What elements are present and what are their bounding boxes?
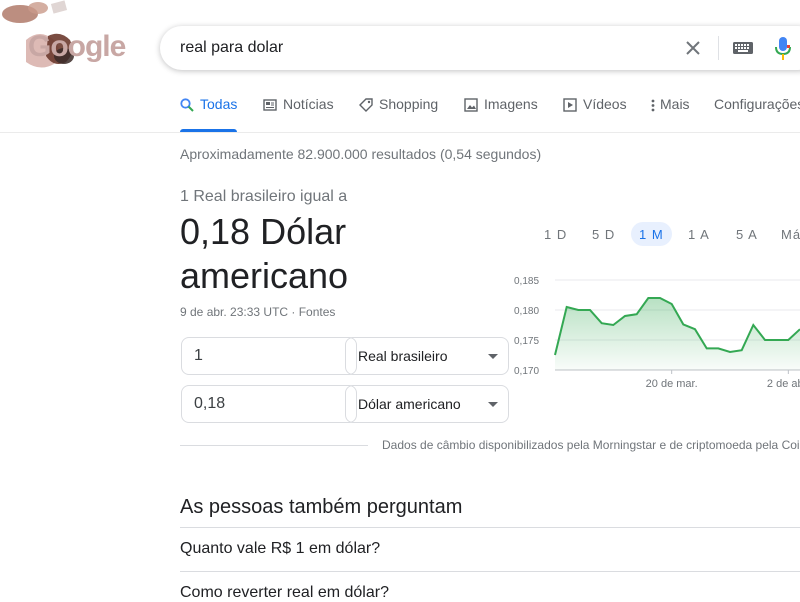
chart-y-tick-label: 0,175 bbox=[514, 336, 539, 347]
logo-wordmark: Google bbox=[28, 30, 126, 63]
tab-shopping-label: Shopping bbox=[379, 96, 439, 112]
data-disclaimer: Dados de câmbio disponibilizados pela Mo… bbox=[382, 438, 800, 452]
tab-images-label: Imagens bbox=[484, 96, 538, 112]
chevron-down-icon bbox=[488, 354, 498, 359]
tab-more[interactable]: Mais bbox=[650, 96, 690, 132]
image-icon bbox=[464, 98, 478, 112]
chart-area bbox=[555, 298, 800, 370]
search-box[interactable] bbox=[160, 26, 800, 70]
tab-shopping[interactable]: Shopping bbox=[359, 96, 438, 132]
tab-settings-label: Configurações bbox=[714, 96, 800, 112]
chart-y-tick-label: 0,185 bbox=[514, 276, 539, 287]
keyboard-button[interactable] bbox=[732, 38, 754, 58]
tab-videos-label: Vídeos bbox=[583, 96, 627, 112]
chart-y-tick-label: 0,180 bbox=[514, 306, 539, 317]
range-tab-1a[interactable]: 1 A bbox=[680, 222, 718, 246]
currency-from-select[interactable]: Real brasileiro bbox=[345, 337, 509, 375]
range-tab-1d[interactable]: 1 D bbox=[536, 222, 575, 246]
converter-timestamp: 9 de abr. 23:33 UTC · Fontes bbox=[180, 305, 336, 319]
chart-y-tick-label: 0,170 bbox=[514, 366, 539, 377]
more-vert-icon bbox=[651, 99, 655, 112]
tab-news-label: Notícias bbox=[283, 96, 334, 112]
amount-to-input[interactable] bbox=[181, 385, 357, 423]
chevron-down-icon bbox=[488, 402, 498, 407]
range-tab-1m[interactable]: 1 M bbox=[631, 222, 672, 246]
search-input[interactable] bbox=[180, 26, 650, 70]
paa-divider bbox=[180, 527, 800, 528]
tabs-divider bbox=[0, 132, 800, 133]
tab-settings[interactable]: Configurações bbox=[714, 96, 800, 132]
currency-to-select[interactable]: Dólar americano bbox=[345, 385, 509, 423]
exchange-rate-chart[interactable]: 0,185 0,180 0,175 0,170 20 de mar. 2 de abr. bbox=[500, 266, 800, 396]
tab-images[interactable]: Imagens bbox=[464, 96, 538, 132]
range-tab-max[interactable]: Máx bbox=[773, 222, 800, 246]
search-icon bbox=[180, 98, 194, 112]
amount-from-input[interactable] bbox=[181, 337, 357, 375]
voice-search-button[interactable] bbox=[774, 36, 792, 62]
microphone-icon bbox=[775, 37, 791, 60]
people-also-ask-title: As pessoas também perguntam bbox=[180, 496, 463, 518]
tab-all[interactable]: Todas bbox=[180, 96, 238, 132]
chart-x-tick-label: 20 de mar. bbox=[646, 378, 698, 390]
google-doodle-logo[interactable]: Google bbox=[0, 0, 140, 80]
paa-question[interactable]: Quanto vale R$ 1 em dólar? bbox=[180, 540, 380, 558]
converter-result: 0,18 Dólar americano bbox=[180, 210, 490, 298]
currency-from-label: Real brasileiro bbox=[358, 348, 448, 364]
search-divider bbox=[718, 36, 719, 60]
paa-divider bbox=[180, 571, 800, 572]
chart-x-tick-label: 2 de abr. bbox=[767, 378, 800, 390]
tab-more-label: Mais bbox=[660, 96, 690, 112]
converter-result-line2: americano bbox=[180, 255, 349, 296]
paa-question[interactable]: Como reverter real em dólar? bbox=[180, 584, 389, 602]
range-tab-5d[interactable]: 5 D bbox=[584, 222, 623, 246]
clear-search-button[interactable] bbox=[682, 37, 704, 59]
result-stats: Aproximadamente 82.900.000 resultados (0… bbox=[180, 146, 542, 162]
tab-news[interactable]: Notícias bbox=[263, 96, 334, 132]
tag-icon bbox=[359, 98, 373, 112]
converter-subtitle: 1 Real brasileiro igual a bbox=[180, 188, 348, 205]
keyboard-icon bbox=[733, 42, 753, 54]
tab-all-label: Todas bbox=[200, 96, 238, 112]
currency-to-label: Dólar americano bbox=[358, 396, 461, 412]
tab-videos[interactable]: Vídeos bbox=[563, 96, 627, 132]
converter-result-line1: 0,18 Dólar bbox=[180, 211, 347, 252]
news-icon bbox=[263, 99, 277, 111]
video-icon bbox=[563, 98, 577, 112]
range-tab-5a[interactable]: 5 A bbox=[728, 222, 766, 246]
disclaimer-divider bbox=[180, 445, 368, 446]
close-icon bbox=[686, 41, 700, 55]
